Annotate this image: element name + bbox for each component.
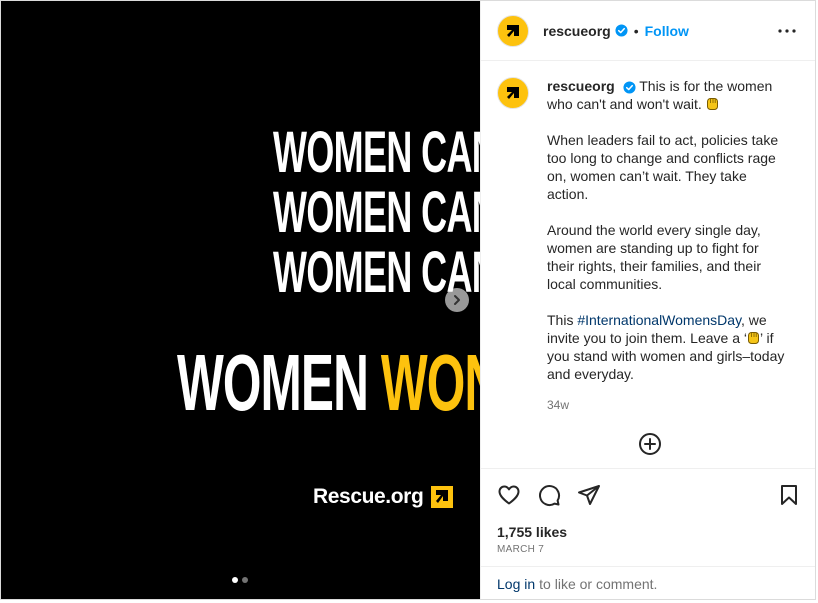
caption: rescueorg This is for the women who can'… [497, 77, 802, 414]
verified-badge-icon [623, 81, 636, 94]
bookmark-icon [781, 485, 797, 505]
brand-mark: Rescue.org [313, 485, 454, 509]
verified-badge-icon [615, 24, 628, 37]
headline-big: WOMEN WON’T [177, 337, 480, 429]
caption-body: rescueorg This is for the women who can'… [547, 77, 787, 414]
post-header: rescueorg • Follow [481, 1, 815, 61]
carousel-dot-active [232, 577, 238, 583]
share-button[interactable] [577, 483, 601, 507]
caption-avatar[interactable] [497, 77, 529, 109]
raised-fist-icon [706, 97, 719, 111]
login-bar: Log in to like or comment. [481, 566, 815, 599]
carousel-dots [232, 577, 248, 583]
carousel-dot [242, 577, 248, 583]
add-comment-button[interactable] [638, 432, 662, 456]
login-link[interactable]: Log in [497, 576, 535, 592]
follow-button[interactable]: Follow [645, 23, 689, 39]
heart-icon [498, 485, 520, 505]
save-button[interactable] [777, 483, 801, 507]
post-date: MARCH 7 [497, 544, 545, 555]
like-button[interactable] [497, 483, 521, 507]
more-options-icon [778, 29, 796, 33]
caption-paragraph-3: Around the world every single day, women… [547, 222, 761, 292]
header-separator: • [633, 22, 639, 39]
headline-line-2: WOMEN CAN’T [273, 180, 480, 245]
headline-big-white: WOMEN [177, 338, 369, 427]
irc-logo-icon [507, 87, 519, 99]
header-username[interactable]: rescueorg [543, 23, 611, 39]
post-frame: WOMEN CAN’T WOMEN CAN’T WOMEN CAN’T WOME… [0, 0, 816, 600]
post-media: WOMEN CAN’T WOMEN CAN’T WOMEN CAN’T WOME… [1, 1, 480, 599]
caption-paragraph-2: When leaders fail to act, policies take … [547, 132, 779, 202]
brand-text: Rescue.org [313, 485, 424, 508]
next-slide-button[interactable] [445, 288, 469, 312]
share-icon [578, 485, 600, 505]
more-options-button[interactable] [777, 21, 797, 41]
caption-paragraph-4: This #InternationalWomensDay, we invite … [547, 311, 787, 383]
avatar[interactable] [497, 14, 529, 47]
irc-logo-icon [507, 24, 519, 37]
comment-icon [539, 485, 561, 507]
chevron-right-icon [454, 295, 460, 305]
caption-username[interactable]: rescueorg [547, 78, 615, 94]
headline-big-yellow: WON’T [380, 338, 480, 427]
actions-divider [481, 468, 815, 469]
hashtag-link[interactable]: #InternationalWomensDay [577, 312, 741, 328]
caption-first-paragraph: rescueorg This is for the women who can'… [547, 77, 787, 113]
rescue-logo-icon [431, 486, 454, 508]
caption-p4-pre: This [547, 312, 578, 328]
comment-button[interactable] [537, 483, 561, 507]
login-rest: to like or comment. [539, 575, 658, 592]
post-panel: rescueorg • Follow rescueorg This is for… [480, 1, 815, 599]
headline-line-1: WOMEN CAN’T [273, 120, 480, 185]
likes-count[interactable]: 1,755 likes [497, 524, 567, 540]
add-comment-icon [639, 433, 661, 455]
caption-timestamp[interactable]: 34w [547, 396, 787, 414]
raised-fist-icon [747, 331, 760, 345]
